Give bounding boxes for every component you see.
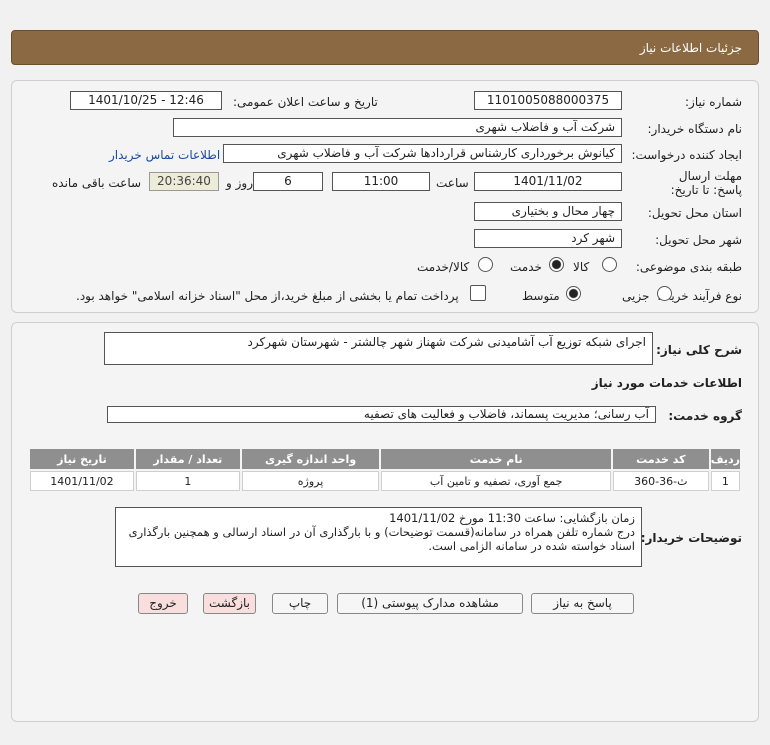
page-header: جزئیات اطلاعات نیاز	[11, 30, 759, 65]
deadline-date-field: 1401/11/02	[474, 172, 622, 191]
days-field: 6	[253, 172, 323, 191]
page-title: جزئیات اطلاعات نیاز	[639, 41, 742, 55]
print-button[interactable]: چاپ	[272, 593, 328, 614]
col-code-header: کد خدمت	[612, 449, 709, 469]
col-date-header: تاریخ نیاز	[30, 449, 134, 469]
services-table-header: ردیف کد خدمت نام خدمت واحد اندازه گیری ت…	[30, 449, 740, 469]
summary-label: شرح کلی نیاز:	[656, 343, 742, 357]
buyer-org-field: شرکت آب و فاضلاب شهری	[173, 118, 622, 137]
cell-qty: 1	[135, 471, 240, 491]
deadline-time-label: ساعت	[436, 176, 469, 190]
category-label: طبقه بندی موضوعی:	[635, 260, 742, 274]
reply-button[interactable]: پاسخ به نیاز	[531, 593, 634, 614]
city-field: شهر کرد	[474, 229, 622, 248]
cell-row: 1	[710, 471, 740, 491]
need-number-field: 1101005088000375	[474, 91, 622, 110]
treasury-payment-note: پرداخت تمام یا بخشی از مبلغ خرید،از محل …	[76, 289, 459, 303]
requester-field: کیانوش برخورداری کارشناس قراردادها شرکت …	[223, 144, 622, 163]
buyer-notes-line1: زمان بازگشایی: ساعت 11:30 مورخ 1401/11/0…	[389, 511, 635, 525]
deadline-label: مهلت ارسال پاسخ: تا تاریخ:	[670, 169, 742, 197]
services-table-wrapper: ردیف کد خدمت نام خدمت واحد اندازه گیری ت…	[28, 447, 742, 493]
contact-buyer-link[interactable]: اطلاعات تماس خریدار	[109, 148, 220, 162]
deadline-time-field: 11:00	[332, 172, 430, 191]
category-goods-service-label: کالا/خدمت	[417, 260, 470, 274]
remaining-label: ساعت باقی مانده	[52, 176, 142, 190]
service-group-label: گروه خدمت:	[668, 409, 742, 423]
exit-button[interactable]: خروج	[138, 593, 188, 614]
back-button[interactable]: بازگشت	[203, 593, 256, 614]
remaining-time-field: 20:36:40	[149, 172, 219, 191]
service-group-field: آب رسانی؛ مدیریت پسماند، فاضلاب و فعالیت…	[107, 406, 656, 423]
need-number-label: شماره نیاز:	[685, 95, 742, 109]
attachments-button[interactable]: مشاهده مدارک پیوستی (1)	[337, 593, 523, 614]
col-row-header: ردیف	[710, 449, 740, 469]
process-medium-radio[interactable]	[566, 286, 581, 301]
summary-field: اجرای شبکه توزیع آب آشامیدنی شرکت شهناز …	[104, 332, 653, 365]
city-label: شهر محل تحویل:	[655, 233, 742, 247]
table-row: 1 ث-36-360 جمع آوری، تصفیه و تامین آب پر…	[30, 471, 740, 491]
buyer-notes-field: زمان بازگشایی: ساعت 11:30 مورخ 1401/11/0…	[115, 507, 642, 567]
announce-label: تاریخ و ساعت اعلان عمومی:	[233, 95, 378, 109]
category-goods-service-radio[interactable]	[478, 257, 493, 272]
col-unit-header: واحد اندازه گیری	[241, 449, 380, 469]
info-panel	[11, 80, 759, 313]
col-name-header: نام خدمت	[381, 449, 611, 469]
col-qty-header: تعداد / مقدار	[135, 449, 240, 469]
requester-label: ایجاد کننده درخواست:	[631, 148, 742, 162]
category-service-label: خدمت	[510, 260, 542, 274]
province-label: استان محل تحویل:	[647, 206, 742, 220]
process-minor-radio[interactable]	[657, 286, 672, 301]
treasury-payment-checkbox[interactable]	[470, 285, 486, 301]
services-table: ردیف کد خدمت نام خدمت واحد اندازه گیری ت…	[28, 447, 742, 493]
category-goods-label: کالا	[573, 260, 590, 274]
cell-date: 1401/11/02	[30, 471, 134, 491]
buyer-notes-line2: درج شماره تلفن همراه در سامانه(قسمت توضی…	[128, 525, 635, 553]
cell-name: جمع آوری، تصفیه و تامین آب	[381, 471, 611, 491]
process-minor-label: جزیی	[622, 289, 650, 303]
announce-field: 1401/10/25 - 12:46	[70, 91, 222, 110]
category-goods-radio[interactable]	[602, 257, 617, 272]
province-field: چهار محال و بختیاری	[474, 202, 622, 221]
cell-code: ث-36-360	[612, 471, 709, 491]
process-medium-label: متوسط	[522, 289, 560, 303]
services-title: اطلاعات خدمات مورد نیاز	[591, 376, 742, 390]
buyer-notes-label: توضیحات خریدار:	[640, 531, 742, 545]
days-label: روز و	[226, 176, 253, 190]
buyer-org-label: نام دستگاه خریدار:	[647, 122, 743, 136]
category-service-radio[interactable]	[549, 257, 564, 272]
cell-unit: پروژه	[241, 471, 380, 491]
